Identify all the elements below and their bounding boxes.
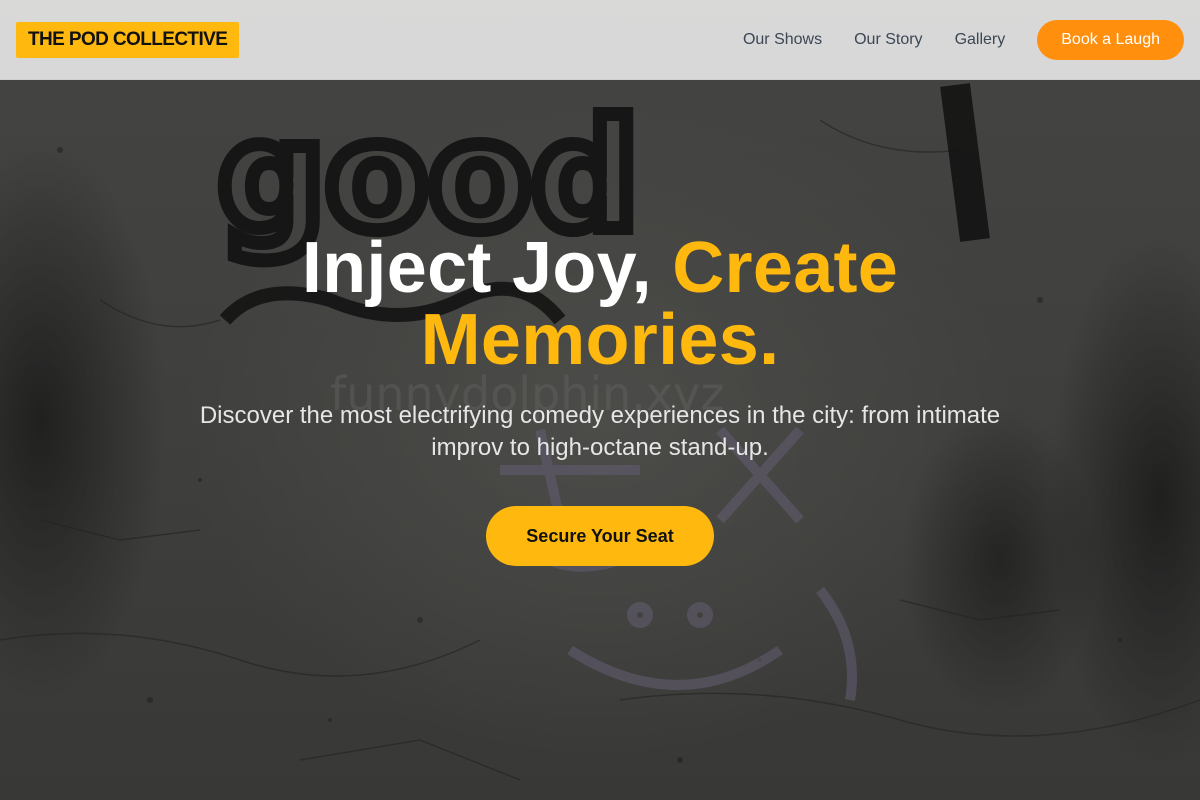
- nav-links: Our Shows Our Story Gallery Book a Laugh: [743, 20, 1184, 60]
- page: good funnydolphin.xyz THE POD COLLECTIVE…: [0, 0, 1200, 800]
- headline-part-white: Inject Joy,: [301, 228, 673, 308]
- hero-subheading: Discover the most electrifying comedy ex…: [199, 402, 1001, 461]
- nav-link-our-story[interactable]: Our Story: [854, 31, 922, 49]
- hero-section: Inject Joy, Create Memories. Discover th…: [0, 232, 1200, 566]
- secure-your-seat-button[interactable]: Secure Your Seat: [486, 506, 714, 566]
- nav-link-gallery[interactable]: Gallery: [955, 31, 1006, 49]
- book-a-laugh-button[interactable]: Book a Laugh: [1037, 20, 1184, 60]
- brand-logo[interactable]: THE POD COLLECTIVE: [16, 22, 240, 58]
- nav-link-our-shows[interactable]: Our Shows: [743, 31, 822, 49]
- hero-headline: Inject Joy, Create Memories.: [190, 232, 1010, 376]
- navbar: THE POD COLLECTIVE Our Shows Our Story G…: [0, 0, 1200, 80]
